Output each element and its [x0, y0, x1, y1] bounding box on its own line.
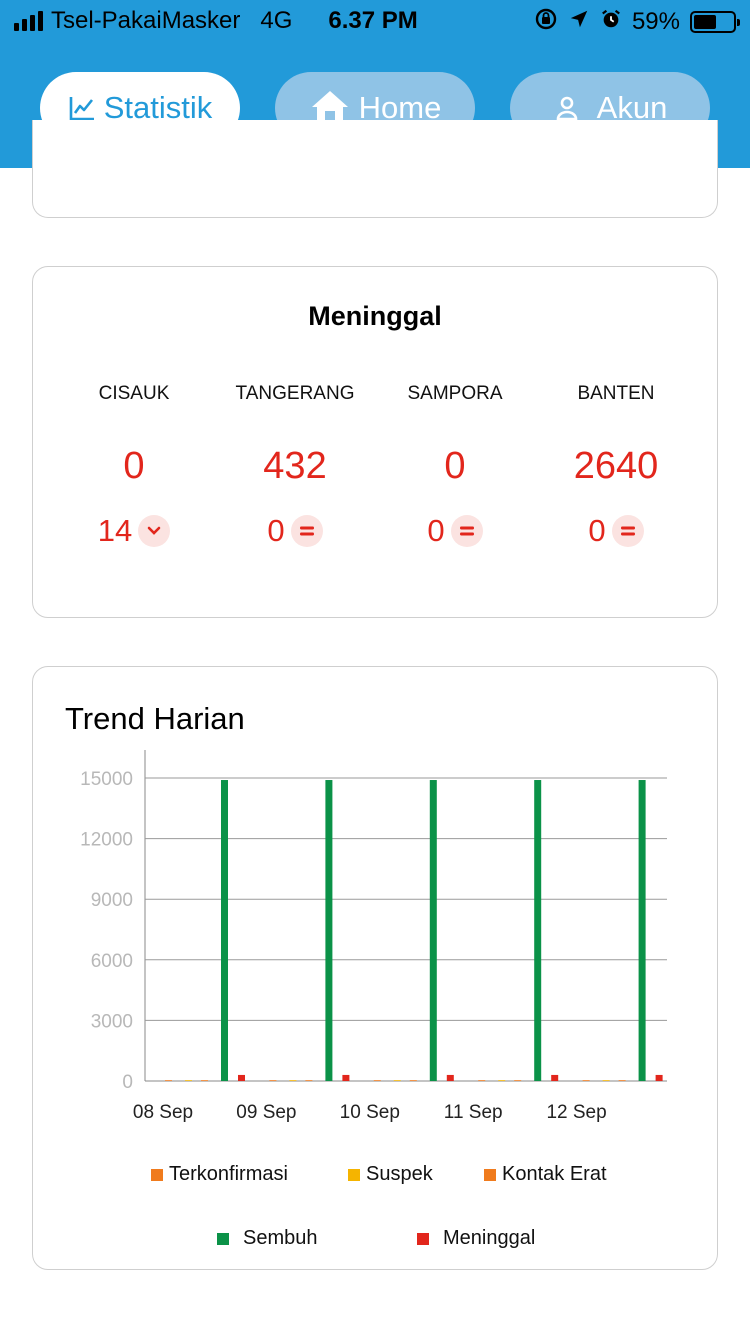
bar-meninggal	[655, 1074, 663, 1081]
x-tick-label: 09 Sep	[236, 1102, 296, 1123]
previous-card	[32, 120, 718, 218]
bar-meninggal	[342, 1074, 350, 1081]
region-change: 14	[54, 513, 214, 549]
legend-label: Suspek	[366, 1163, 433, 1185]
region-value: 0	[123, 445, 145, 487]
bar-terkonfirmasi	[165, 1080, 172, 1081]
equals-icon	[611, 515, 644, 547]
legend-swatch	[151, 1168, 163, 1181]
region-value: 0	[444, 445, 466, 487]
y-tick-label: 0	[122, 1072, 133, 1093]
stat-column-banten: BANTEN 2640 0	[536, 383, 696, 549]
equals-icon	[290, 515, 323, 547]
bar-suspek	[393, 1080, 401, 1081]
legend-item[interactable]: Sembuh	[217, 1227, 318, 1250]
region-name: TANGERANG	[235, 383, 355, 404]
stat-column-tangerang: TANGERANG 432 0	[215, 383, 375, 549]
bar-meninggal	[238, 1074, 245, 1081]
bar-sembuh	[638, 780, 646, 1081]
change-value: 0	[267, 513, 285, 548]
bar-suspek	[498, 1080, 506, 1081]
region-name: SAMPORA	[407, 383, 503, 404]
region-change: 0	[215, 513, 375, 549]
rotation-lock-icon	[534, 7, 558, 36]
bar-sembuh	[325, 780, 333, 1081]
trend-card: Trend Harian 0 3000 6000 9000 12000 15000 08 S…	[32, 666, 718, 1270]
x-tick-label: 12 Sep	[546, 1102, 606, 1123]
change-value: 0	[427, 513, 445, 548]
region-value: 2640	[573, 445, 659, 487]
legend-label: Kontak Erat	[502, 1163, 607, 1185]
bar-suspek	[602, 1080, 610, 1081]
bar-terkonfirmasi	[478, 1080, 486, 1081]
equals-icon	[450, 515, 483, 547]
y-tick-label: 3000	[91, 1011, 133, 1032]
bar-terkonfirmasi	[373, 1080, 381, 1081]
legend-item[interactable]: Meninggal	[417, 1227, 535, 1250]
stat-column-sampora: SAMPORA 0 0	[375, 383, 535, 549]
bar-sembuh	[429, 780, 437, 1081]
region-value: 432	[263, 445, 327, 487]
stat-column-cisauk: CISAUK 0 14	[54, 383, 214, 549]
bar-suspek	[289, 1080, 297, 1081]
bar-terkonfirmasi	[582, 1080, 590, 1081]
legend-swatch	[348, 1168, 360, 1181]
y-tick-label: 15000	[80, 769, 133, 790]
bar-terkonfirmasi	[269, 1080, 277, 1081]
legend-item[interactable]: Kontak Erat	[484, 1163, 607, 1186]
legend-label: Terkonfirmasi	[169, 1163, 288, 1185]
bar-kontak-erat	[201, 1080, 208, 1081]
region-name: CISAUK	[98, 383, 170, 404]
change-value: 14	[97, 513, 133, 548]
location-arrow-icon	[568, 8, 590, 35]
bar-kontak-erat	[514, 1080, 522, 1081]
x-tick-label: 11 Sep	[444, 1102, 503, 1123]
y-tick-label: 6000	[91, 951, 133, 972]
legend-swatch	[217, 1232, 229, 1245]
bar-sembuh	[221, 780, 228, 1081]
legend-item[interactable]: Terkonfirmasi	[151, 1163, 288, 1186]
y-tick-label: 12000	[80, 830, 133, 851]
bar-meninggal	[551, 1074, 559, 1081]
y-tick-label: 9000	[91, 890, 133, 911]
chart-line-icon	[68, 94, 96, 122]
legend-label: Sembuh	[243, 1227, 318, 1249]
battery-percent: 59%	[631, 7, 680, 35]
alarm-icon	[600, 8, 622, 35]
bar-suspek	[185, 1080, 192, 1081]
legend-swatch	[484, 1168, 496, 1181]
legend-swatch	[417, 1232, 429, 1245]
change-value: 0	[588, 513, 606, 548]
region-change: 0	[375, 513, 535, 549]
bar-sembuh	[534, 780, 542, 1081]
signal-icon	[14, 11, 43, 31]
carrier-name: Tsel-PakaiMasker	[51, 7, 241, 34]
region-change: 0	[536, 513, 696, 549]
meninggal-title: Meninggal	[308, 301, 442, 331]
region-name: BANTEN	[577, 383, 655, 404]
bar-kontak-erat	[409, 1080, 417, 1081]
chevron-down-icon	[138, 515, 171, 547]
network-type: 4G	[260, 7, 293, 34]
bar-kontak-erat	[305, 1080, 313, 1081]
legend-label: Meninggal	[443, 1227, 536, 1249]
clock: 6.37 PM	[328, 7, 418, 34]
status-bar: Tsel-PakaiMasker 4G 6.37 PM 59%	[0, 0, 750, 42]
x-tick-label: 08 Sep	[133, 1102, 193, 1123]
x-tick-label: 10 Sep	[340, 1102, 400, 1123]
bar-meninggal	[446, 1074, 454, 1081]
bar-kontak-erat	[618, 1080, 626, 1081]
meninggal-card: Meninggal CISAUK 0 14 TANGERANG 432 0 SA	[32, 266, 718, 618]
battery-icon	[690, 10, 740, 33]
user-icon	[553, 94, 581, 122]
legend-item[interactable]: Suspek	[348, 1163, 433, 1186]
